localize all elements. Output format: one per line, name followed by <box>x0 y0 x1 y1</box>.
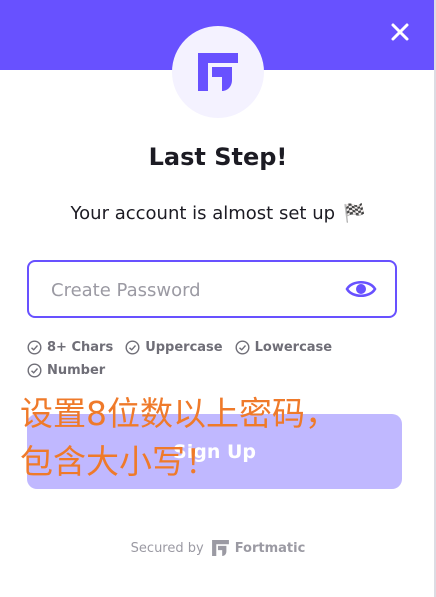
logo-badge <box>172 26 264 118</box>
check-circle-icon <box>235 340 250 355</box>
eye-icon <box>345 280 377 298</box>
page-title: Last Step! <box>148 143 288 171</box>
password-input[interactable] <box>49 262 343 318</box>
close-button[interactable] <box>382 14 418 50</box>
finish-flag-icon: 🏁 <box>343 203 366 224</box>
footer: Secured by Fortmatic <box>0 540 436 556</box>
password-requirements: 8+ Chars Uppercase Lowercase Number <box>27 340 407 378</box>
fortmatic-logo-icon <box>198 53 238 91</box>
requirement-number: Number <box>27 363 105 378</box>
password-field[interactable] <box>27 260 397 318</box>
subtitle-text: Your account is almost set up <box>70 203 336 224</box>
requirement-label: Lowercase <box>254 340 333 355</box>
requirement-label: Number <box>47 363 106 378</box>
check-circle-icon <box>27 340 42 355</box>
check-circle-icon <box>125 340 140 355</box>
secured-by-label: Secured by <box>130 540 204 556</box>
brand-name: Fortmatic <box>234 540 306 556</box>
signup-modal: Last Step! Your account is almost set up… <box>0 0 436 597</box>
requirement-lowercase: Lowercase <box>235 340 333 355</box>
requirement-label: Uppercase <box>145 340 223 355</box>
requirement-label: 8+ Chars <box>47 340 114 355</box>
check-circle-icon <box>27 363 42 378</box>
subtitle: Your account is almost set up 🏁 <box>0 203 436 224</box>
footer-brand: Fortmatic <box>211 540 306 556</box>
requirement-8-chars: 8+ Chars <box>27 340 113 355</box>
close-icon <box>391 23 409 41</box>
requirement-uppercase: Uppercase <box>125 340 223 355</box>
sign-up-button[interactable]: Sign Up <box>27 414 402 489</box>
fortmatic-small-logo-icon <box>211 540 229 556</box>
show-password-button[interactable] <box>345 275 377 303</box>
